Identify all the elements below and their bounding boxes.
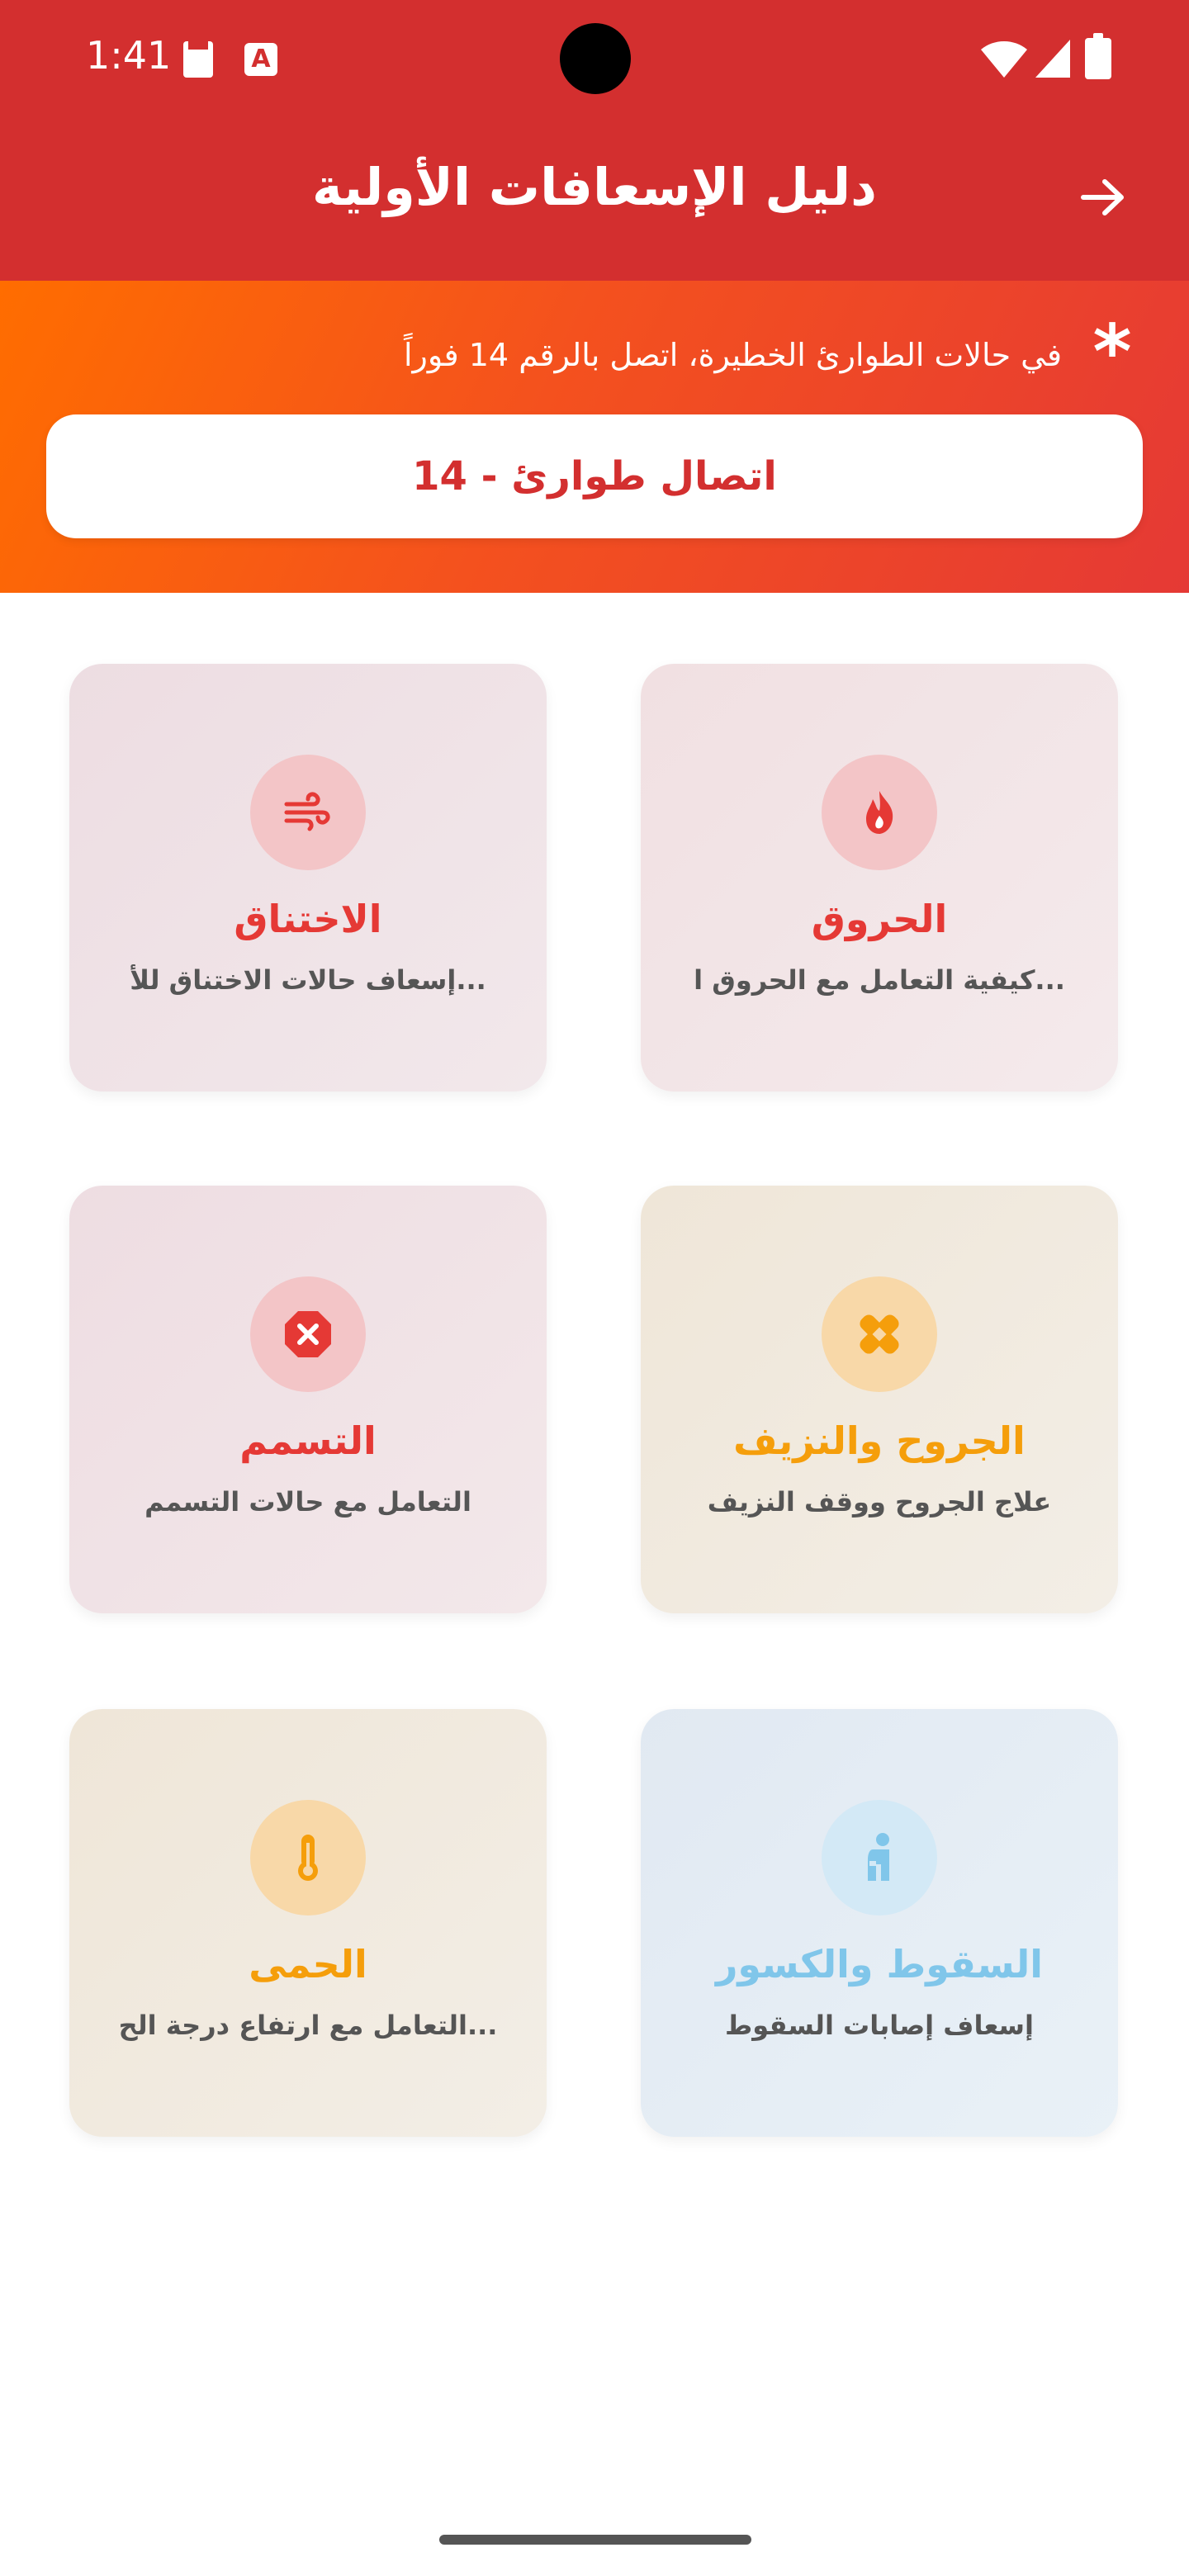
card-fever[interactable]: الحمى التعامل مع ارتفاع درجة الح... <box>69 1709 547 2137</box>
choke-icon-circle <box>250 755 366 870</box>
wifi-icon <box>981 40 1027 78</box>
card-burns[interactable]: الحروق كيفية التعامل مع الحروق ا... <box>641 664 1118 1091</box>
card-poisoning[interactable]: التسمم التعامل مع حالات التسمم <box>69 1186 547 1613</box>
fever-icon-circle <box>250 1800 366 1915</box>
poison-icon-circle <box>250 1276 366 1392</box>
card-title: الحمى <box>249 1942 367 1986</box>
card-falls-fractures[interactable]: السقوط والكسور إسعاف إصابات السقوط <box>641 1709 1118 2137</box>
card-title: السقوط والكسور <box>715 1942 1044 1986</box>
wound-icon-circle <box>822 1276 937 1392</box>
card-title: الجروح والنزيف <box>733 1418 1026 1463</box>
card-subtitle: إسعاف حالات الاختناق للأ... <box>130 964 486 996</box>
thermometer-icon <box>298 1835 318 1881</box>
status-time: 1:41 <box>86 33 172 78</box>
signal-icon <box>1035 40 1070 78</box>
card-subtitle: التعامل مع حالات التسمم <box>144 1486 471 1518</box>
emergency-call-button[interactable]: اتصال طوارئ - 14 <box>46 414 1143 538</box>
page-title: دليل الإسعافات الأولية <box>312 157 877 217</box>
arrow-right-icon[interactable] <box>1075 170 1130 225</box>
battery-icon <box>1085 33 1111 79</box>
card-title: الاختناق <box>234 897 382 941</box>
wind-icon <box>284 792 330 831</box>
poison-icon <box>285 1311 331 1357</box>
card-subtitle: إسعاف إصابات السقوط <box>725 2010 1034 2041</box>
card-subtitle: علاج الجروح ووقف النزيف <box>707 1486 1052 1518</box>
asterisk-icon: * <box>1092 309 1132 395</box>
camera-cutout <box>560 23 631 94</box>
fire-icon <box>866 791 893 834</box>
card-subtitle: كيفية التعامل مع الحروق ا... <box>694 964 1065 996</box>
bandage-icon <box>860 1314 899 1354</box>
injured-person-icon <box>868 1833 889 1881</box>
card-title: التسمم <box>239 1418 377 1463</box>
a-icon: A <box>244 43 277 76</box>
fall-icon-circle <box>822 1800 937 1915</box>
card-title: الحروق <box>811 897 948 941</box>
emergency-note: في حالات الطوارئ الخطيرة، اتصل بالرقم 14… <box>403 337 1062 373</box>
card-wounds-bleeding[interactable]: الجروح والنزيف علاج الجروح ووقف النزيف <box>641 1186 1118 1613</box>
home-indicator[interactable] <box>439 2535 751 2545</box>
burn-icon-circle <box>822 755 937 870</box>
card-subtitle: التعامل مع ارتفاع درجة الح... <box>118 2010 498 2041</box>
emergency-call-label: اتصال طوارئ - 14 <box>412 453 777 500</box>
sd-card-icon <box>183 41 213 78</box>
card-choking[interactable]: الاختناق إسعاف حالات الاختناق للأ... <box>69 664 547 1091</box>
